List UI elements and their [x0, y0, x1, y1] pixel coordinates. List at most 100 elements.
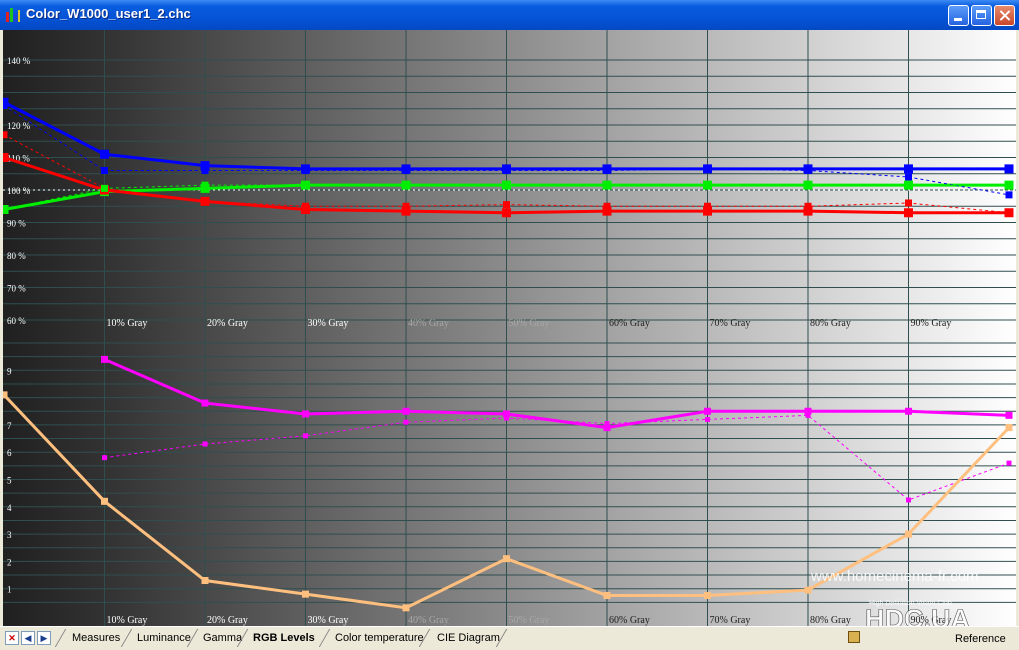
y-tick-label: 9	[7, 366, 12, 376]
data-point	[503, 201, 510, 209]
x-tick-label: 90% Gray	[911, 318, 952, 329]
reference-icon[interactable]	[848, 631, 860, 643]
data-point	[603, 202, 611, 210]
x-tick-label: 10% Gray	[107, 318, 148, 329]
data-point	[805, 412, 811, 418]
data-point	[804, 181, 812, 189]
data-point	[102, 455, 107, 461]
x-tick-label: 80% Gray	[810, 615, 851, 626]
tab-gamma[interactable]: Gamma	[203, 629, 242, 647]
x-tick-label: 20% Gray	[207, 318, 248, 329]
data-point	[403, 419, 409, 425]
data-point	[1005, 424, 1013, 432]
data-point	[303, 433, 308, 439]
data-point	[905, 199, 912, 207]
data-point	[302, 181, 309, 189]
data-point	[201, 167, 209, 174]
data-point	[1005, 411, 1013, 419]
data-point	[503, 181, 510, 189]
y-tick-label: 140 %	[7, 56, 31, 66]
data-point	[402, 181, 410, 189]
chevron-right-icon[interactable]: ▶	[37, 631, 51, 645]
data-point	[704, 592, 711, 600]
tab-luminance[interactable]: Luminance	[137, 629, 191, 647]
data-point	[906, 497, 911, 503]
data-point	[905, 530, 912, 538]
tab-rgb-levels[interactable]: RGB Levels	[253, 629, 315, 647]
data-point	[704, 407, 711, 415]
data-point	[704, 181, 711, 189]
data-point	[705, 416, 710, 422]
data-point	[603, 167, 611, 174]
window-title: Color_W1000_user1_2.chc	[26, 6, 191, 21]
rgb-levels-chart: 140 % 120 % 110 % 100 % 90 % 80 % 70 % 60 % 9 7 6 5…	[3, 30, 1016, 626]
title-bar[interactable]: Color_W1000_user1_2.chc	[0, 0, 1019, 30]
chevron-left-icon[interactable]: ◀	[21, 631, 35, 645]
data-point	[603, 592, 611, 600]
data-point	[904, 208, 913, 218]
data-point	[1005, 191, 1013, 199]
y-tick-label: 1	[7, 585, 12, 595]
y-tick-label: 100 %	[7, 186, 31, 196]
data-point	[402, 202, 410, 210]
tab-color-temperature[interactable]: Color temperature	[335, 629, 424, 647]
x-tick-label: 10% Gray	[107, 615, 148, 626]
watermark-logo: HDC.UA	[865, 604, 970, 626]
data-point	[905, 181, 912, 189]
data-point	[201, 181, 209, 189]
data-point	[704, 202, 711, 210]
y-tick-label: 80 %	[7, 251, 26, 261]
data-point	[603, 181, 611, 189]
data-point	[201, 197, 209, 205]
data-point	[202, 441, 208, 447]
minimize-button[interactable]	[948, 5, 969, 26]
maximize-button[interactable]	[971, 5, 992, 26]
tab-separator	[120, 629, 133, 647]
y-tick-label: 90 %	[7, 219, 26, 229]
data-point	[101, 167, 108, 174]
x-tick-label: 50% Gray	[509, 615, 550, 626]
data-point	[101, 184, 108, 192]
tab-cie-diagram[interactable]: CIE Diagram	[437, 629, 500, 647]
data-point	[302, 590, 309, 598]
data-point	[402, 604, 410, 612]
data-point	[1005, 209, 1013, 217]
data-point	[1005, 181, 1013, 189]
y-tick-label: 3	[7, 530, 12, 540]
tab-measures[interactable]: Measures	[72, 629, 120, 647]
data-point	[3, 102, 8, 109]
y-tick-label: 7	[7, 421, 12, 431]
data-point	[3, 391, 8, 399]
tab-separator	[54, 629, 67, 647]
chart-icon	[6, 8, 20, 22]
x-tick-label: 70% Gray	[710, 318, 751, 329]
data-point	[804, 167, 812, 174]
x-tick-label: 40% Gray	[408, 318, 449, 329]
data-point	[504, 415, 509, 421]
data-point	[604, 421, 610, 427]
data-point	[302, 410, 309, 418]
data-point	[804, 202, 812, 210]
y-tick-label: 4	[7, 503, 12, 513]
x-tick-label: 60% Gray	[609, 615, 650, 626]
data-point	[3, 153, 9, 162]
close-button[interactable]	[994, 5, 1015, 26]
data-point	[905, 173, 912, 181]
data-point	[201, 577, 209, 585]
tab-separator	[318, 629, 331, 647]
data-point	[503, 555, 510, 563]
x-tick-label: 40% Gray	[408, 615, 449, 626]
close-icon[interactable]: ✕	[5, 631, 19, 645]
data-point	[905, 407, 912, 415]
data-point	[503, 167, 510, 174]
data-point	[101, 355, 108, 363]
chart-canvas: 140 %120 %110 %100 %90 %80 %70 %60 %9765…	[3, 30, 1016, 626]
x-tick-label: 60% Gray	[609, 318, 650, 329]
data-point	[101, 497, 108, 505]
data-point	[302, 202, 309, 210]
data-point	[302, 167, 309, 174]
y-tick-label: 5	[7, 476, 12, 486]
data-point	[3, 131, 8, 139]
app-window: Color_W1000_user1_2.chc 140 % 120 % 110 % 1…	[0, 0, 1019, 650]
y-tick-label: 6	[7, 448, 12, 458]
